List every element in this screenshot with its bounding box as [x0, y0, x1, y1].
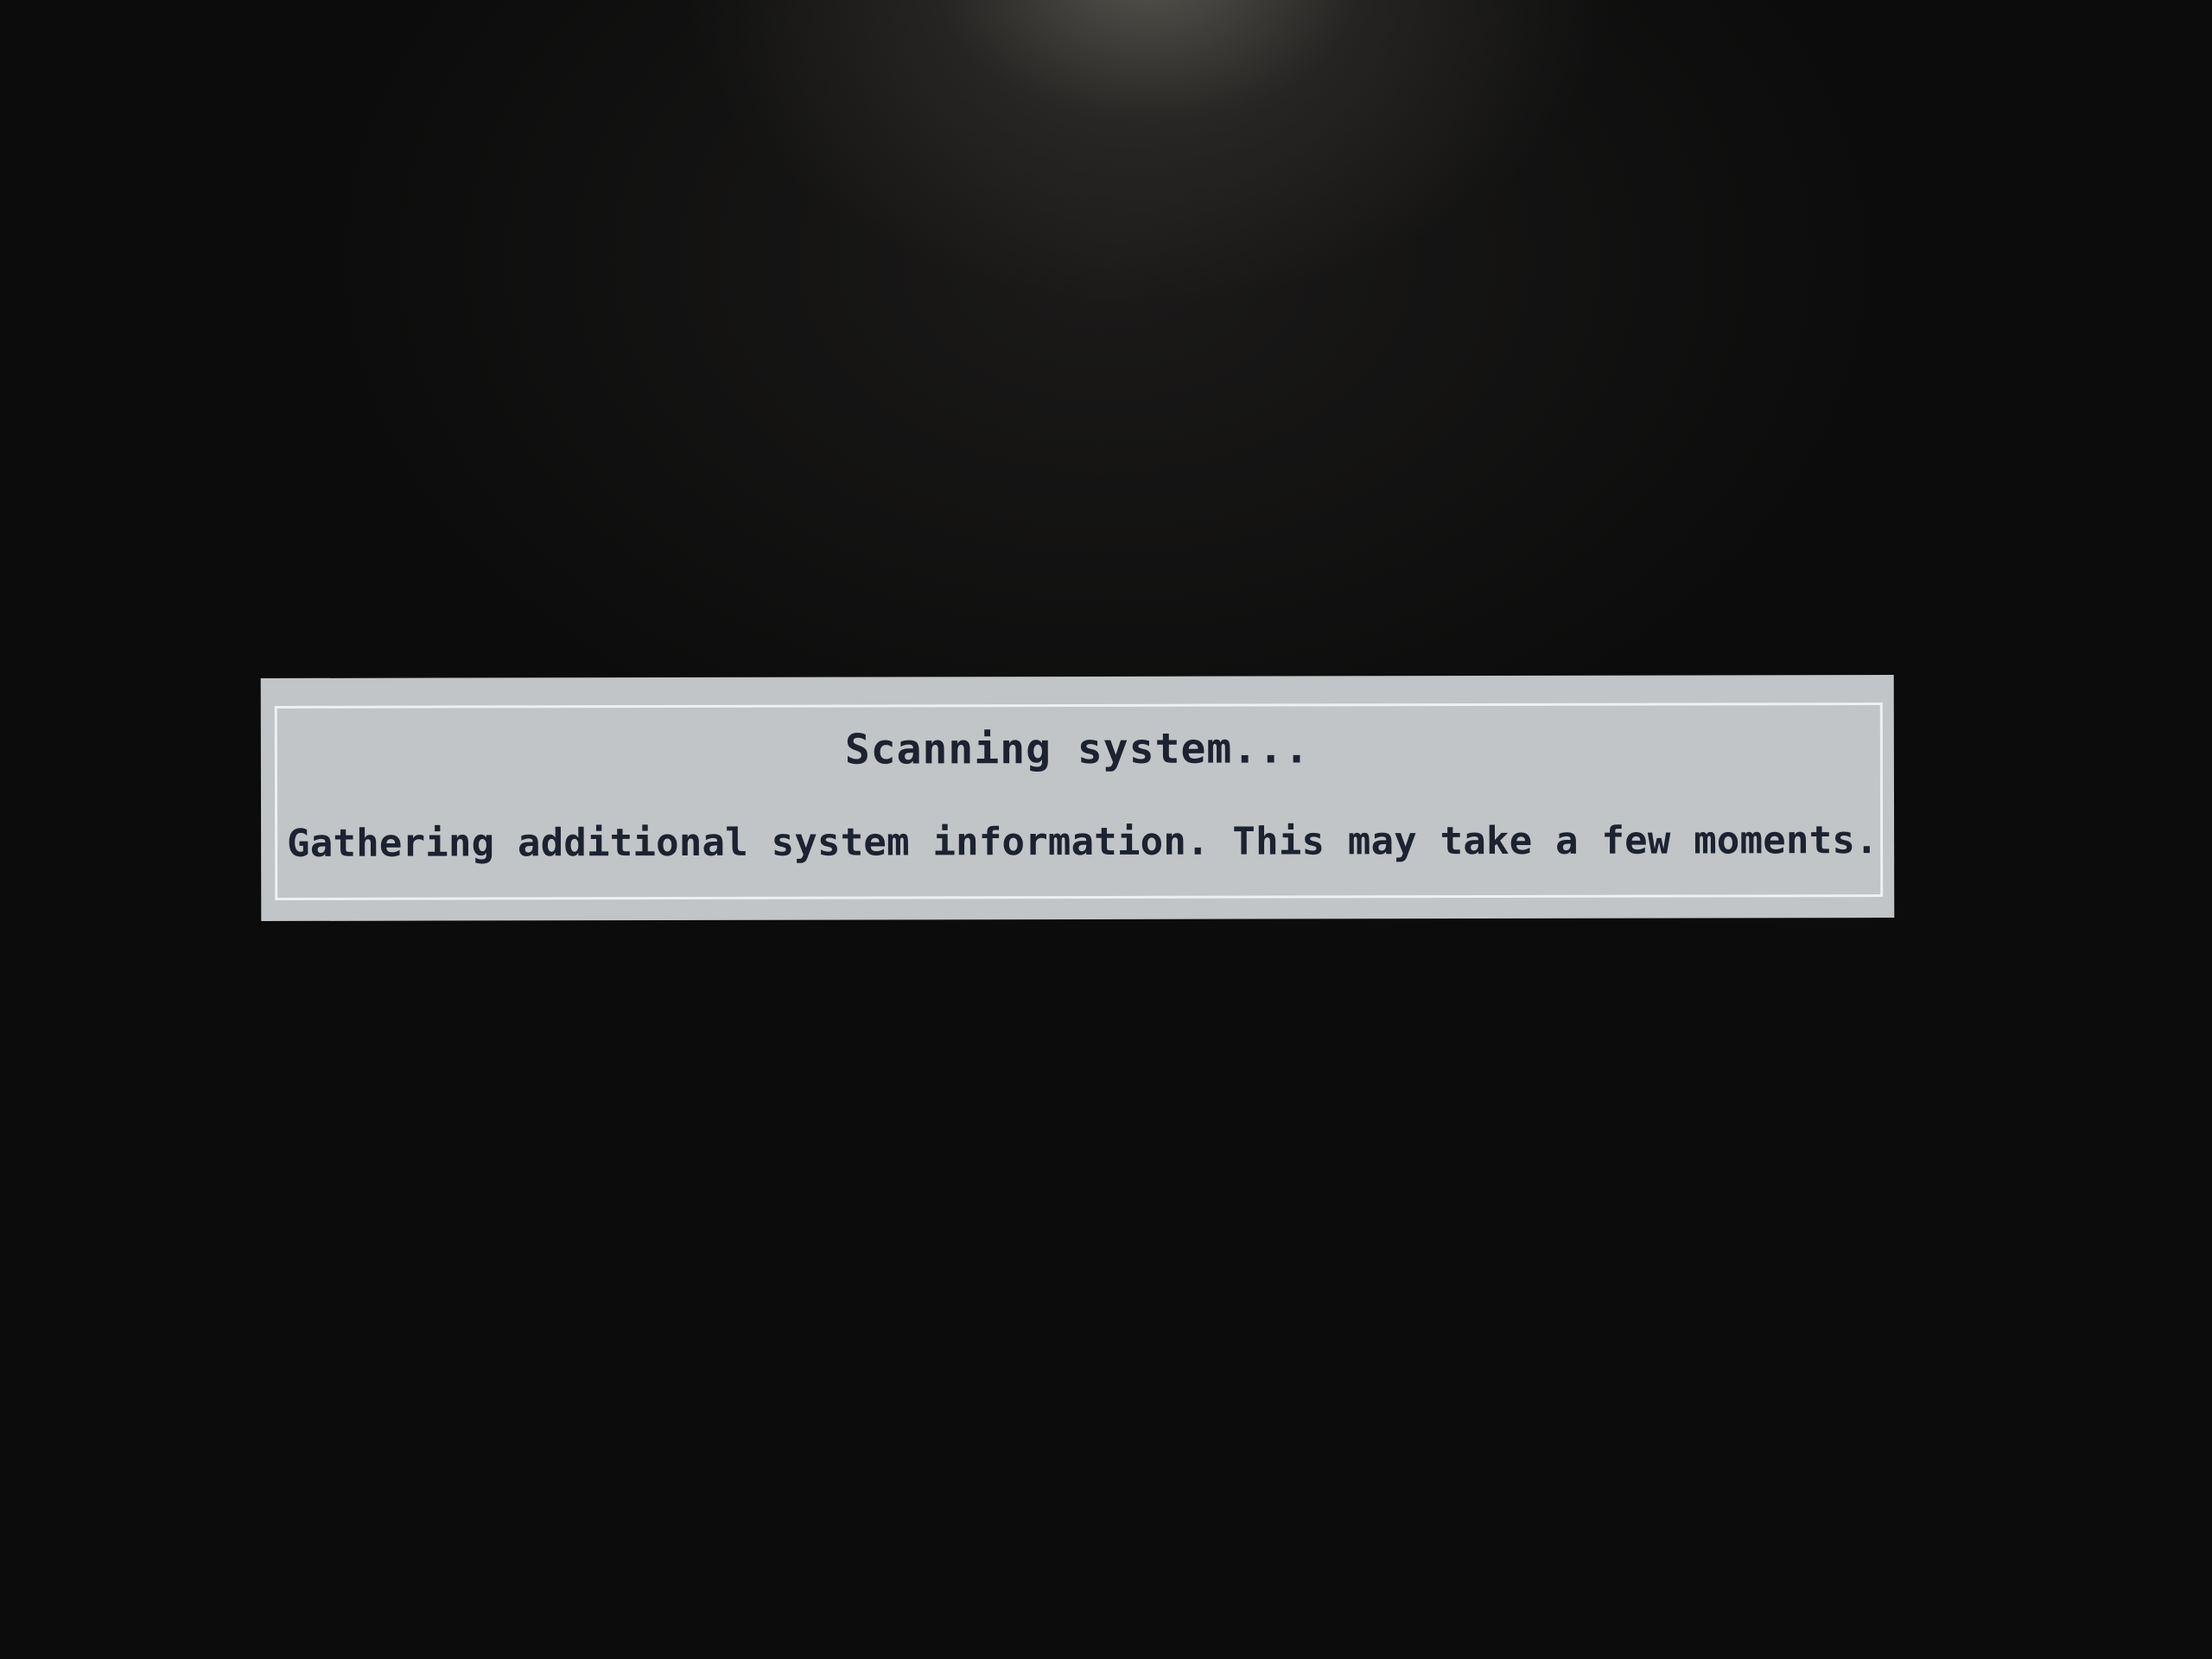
dialog-message: Gathering additional system information.… [287, 818, 1878, 866]
boot-screen: Scanning system... Gathering additional … [0, 0, 2212, 1659]
dialog-title: Scanning system... [844, 724, 1311, 774]
scanning-dialog: Scanning system... Gathering additional … [260, 675, 1895, 921]
